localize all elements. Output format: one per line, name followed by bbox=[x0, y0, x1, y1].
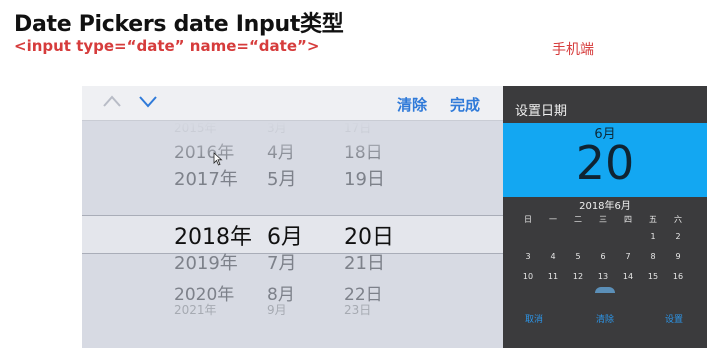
picker-wheels: 2015年 2016年 2017年 2018年 2019年 2020年 2021年 3月 4月… bbox=[82, 121, 503, 348]
calendar-day[interactable]: 14 bbox=[616, 272, 640, 281]
weekday-label: 六 bbox=[674, 215, 682, 224]
calendar-day[interactable]: 10 bbox=[516, 272, 540, 281]
year-item[interactable]: 2015年 bbox=[174, 119, 217, 136]
day-item-selected[interactable]: 20日 bbox=[344, 219, 394, 251]
calendar-day[interactable]: 5 bbox=[566, 252, 590, 261]
day-item[interactable]: 18日 bbox=[344, 138, 383, 163]
clear-button[interactable]: 清除 bbox=[397, 94, 427, 115]
weekday-label: 五 bbox=[649, 215, 657, 224]
chevron-up-icon[interactable] bbox=[102, 94, 122, 108]
year-item-selected[interactable]: 2018年 bbox=[174, 219, 252, 251]
weekday-label: 二 bbox=[574, 215, 582, 224]
calendar-day[interactable]: 3 bbox=[516, 252, 540, 261]
set-button[interactable]: 设置 bbox=[665, 312, 683, 325]
mobile-label: 手机端 bbox=[552, 42, 594, 58]
calendar-day[interactable]: 11 bbox=[541, 272, 565, 281]
weekday-label: 日 bbox=[524, 215, 532, 224]
dialog-title: 设置日期 bbox=[515, 104, 568, 119]
header-day[interactable]: 20 bbox=[503, 133, 707, 193]
year-item[interactable]: 2016年 bbox=[174, 138, 234, 163]
weekday-label: 四 bbox=[624, 215, 632, 224]
chevron-down-icon[interactable] bbox=[138, 94, 158, 108]
year-item[interactable]: 2021年 bbox=[174, 301, 217, 318]
day-item[interactable]: 23日 bbox=[344, 301, 371, 318]
android-date-picker: 设置日期 6月 20 2018年6月 日一二三四五六 1 2 3 4 5 6 7 8 9 10 11 1… bbox=[503, 86, 707, 348]
year-item[interactable]: 2017年 bbox=[174, 165, 238, 191]
calendar-day[interactable]: 16 bbox=[666, 272, 690, 281]
calendar-day[interactable]: 1 bbox=[641, 232, 665, 241]
calendar-day[interactable]: 6 bbox=[591, 252, 615, 261]
month-item[interactable]: 9月 bbox=[267, 301, 287, 318]
day-item[interactable]: 17日 bbox=[344, 119, 371, 136]
day-item[interactable]: 21日 bbox=[344, 249, 385, 275]
calendar-day[interactable]: 13 bbox=[591, 272, 615, 281]
selected-day-indicator bbox=[595, 287, 615, 293]
calendar-day[interactable]: 4 bbox=[541, 252, 565, 261]
calendar-day[interactable]: 8 bbox=[641, 252, 665, 261]
ios-date-picker: 清除 完成 2015年 2016年 2017年 2018年 2019年 2020年 2021… bbox=[82, 86, 503, 348]
year-item[interactable]: 2019年 bbox=[174, 249, 238, 275]
month-item[interactable]: 7月 bbox=[267, 249, 296, 275]
month-item[interactable]: 5月 bbox=[267, 165, 296, 191]
month-wheel[interactable]: 3月 4月 5月 6月 7月 8月 9月 bbox=[267, 121, 317, 348]
calendar-year-month: 2018年6月 bbox=[579, 201, 631, 212]
page-subtitle: <input type=“date” name=“date”> bbox=[14, 37, 320, 55]
cancel-button[interactable]: 取消 bbox=[525, 312, 543, 325]
date-header: 6月 20 bbox=[503, 123, 707, 197]
month-item[interactable]: 3月 bbox=[267, 119, 287, 136]
calendar-day[interactable]: 2 bbox=[666, 232, 690, 241]
calendar-day[interactable]: 9 bbox=[666, 252, 690, 261]
calendar-day[interactable]: 12 bbox=[566, 272, 590, 281]
day-item[interactable]: 19日 bbox=[344, 165, 385, 191]
day-wheel[interactable]: 17日 18日 19日 20日 21日 22日 23日 bbox=[344, 121, 404, 348]
calendar-day[interactable]: 15 bbox=[641, 272, 665, 281]
page-title: Date Pickers date Input类型 bbox=[14, 12, 344, 37]
picker-toolbar: 清除 完成 bbox=[82, 86, 503, 121]
done-button[interactable]: 完成 bbox=[450, 94, 480, 115]
month-item-selected[interactable]: 6月 bbox=[267, 219, 303, 251]
mouse-cursor-icon bbox=[213, 152, 223, 166]
calendar-day[interactable]: 7 bbox=[616, 252, 640, 261]
weekday-label: 三 bbox=[599, 215, 607, 224]
weekday-label: 一 bbox=[549, 215, 557, 224]
clear-button-android[interactable]: 清除 bbox=[596, 312, 614, 325]
month-item[interactable]: 4月 bbox=[267, 138, 295, 163]
